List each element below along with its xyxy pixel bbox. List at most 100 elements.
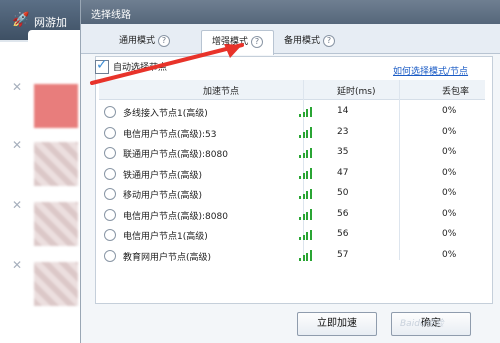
close-icon[interactable]: ✕ — [12, 138, 22, 152]
help-icon[interactable]: ? — [251, 36, 264, 48]
signal-bar — [306, 232, 308, 240]
dialog-titlebar[interactable]: 选择线路 — [81, 0, 500, 24]
signal-bar — [309, 127, 312, 138]
node-latency: 14 — [337, 106, 349, 116]
signal-bar — [309, 106, 312, 117]
signal-icon — [299, 250, 315, 261]
signal-bar — [306, 129, 308, 138]
node-latency: 23 — [337, 126, 349, 137]
node-latency: 35 — [337, 147, 349, 157]
node-name: 电信用户节点(高级):8080 — [123, 211, 228, 222]
watermark: Baidu经验 — [400, 319, 444, 329]
signal-icon — [299, 147, 315, 158]
signal-bar — [309, 209, 312, 220]
signal-bar — [299, 155, 301, 158]
auto-select-label: 自动选择节点 — [113, 63, 168, 73]
column-header-latency: 延时(ms) — [337, 87, 376, 97]
column-header-node: 加速节点 — [203, 87, 240, 97]
signal-icon — [299, 127, 315, 138]
node-name: 联通用户节点(高级):8080 — [123, 150, 228, 160]
background-app-list: ✕ ✕ ✕ ✕ — [0, 42, 88, 343]
signal-icon — [299, 229, 315, 240]
node-latency: 50 — [337, 188, 349, 198]
signal-bar — [306, 191, 308, 199]
rocket-icon: 🚀 — [12, 12, 30, 28]
signal-bar — [309, 188, 312, 199]
node-name: 铁通用户节点(高级) — [123, 170, 203, 181]
node-radio[interactable] — [104, 106, 116, 118]
signal-bar — [302, 173, 305, 179]
column-header-loss: 丢包率 — [442, 87, 470, 97]
table-header: 加速节点 延时(ms) 丢包率 — [99, 80, 485, 100]
blurred-thumbnail — [34, 84, 78, 128]
list-item[interactable]: ✕ — [10, 136, 84, 196]
node-latency: 56 — [337, 208, 349, 219]
signal-bar — [302, 111, 305, 117]
node-radio[interactable] — [104, 167, 116, 180]
help-icon[interactable]: ? — [158, 35, 171, 47]
node-loss: 0% — [442, 208, 457, 219]
tab-label: 备用模式 — [284, 36, 321, 46]
node-latency: 47 — [337, 167, 349, 178]
help-link[interactable]: 如何选择模式/节点 — [393, 64, 468, 77]
node-loss: 0% — [442, 126, 457, 137]
signal-bar — [299, 237, 301, 240]
select-route-dialog: 选择线路 通用模式? 增强模式? 备用模式? ✓ 自动选择节点 如何选择模式/节… — [80, 0, 500, 343]
signal-bar — [299, 114, 301, 117]
help-icon[interactable]: ? — [323, 35, 336, 47]
list-item[interactable]: ✕ — [10, 256, 84, 316]
signal-icon — [299, 106, 315, 117]
signal-bar — [299, 257, 301, 261]
signal-bar — [302, 255, 305, 261]
node-loss: 0% — [442, 106, 457, 116]
blurred-thumbnail — [34, 202, 78, 246]
node-loss: 0% — [442, 167, 457, 178]
blurred-thumbnail — [34, 262, 78, 306]
close-icon[interactable]: ✕ — [12, 198, 22, 212]
node-name: 移动用户节点(高级) — [123, 191, 203, 201]
signal-bar — [309, 147, 312, 158]
node-loss: 0% — [442, 249, 457, 260]
signal-icon — [299, 168, 315, 179]
close-icon[interactable]: ✕ — [12, 80, 22, 94]
list-item[interactable]: ✕ — [10, 196, 84, 256]
node-loss: 0% — [442, 188, 457, 198]
auto-select-checkbox[interactable]: ✓ — [95, 57, 109, 74]
accelerate-now-button[interactable]: 立即加速 — [297, 312, 377, 336]
table-row[interactable]: 教育网用户节点(高级) 57 0% — [99, 244, 485, 268]
signal-bar — [299, 196, 301, 199]
tab-general-mode[interactable]: 通用模式? — [109, 30, 180, 54]
tab-enhanced-mode[interactable]: 增强模式? — [201, 30, 275, 55]
node-radio[interactable] — [104, 249, 116, 262]
node-name: 教育网用户节点(高级) — [123, 252, 212, 263]
tab-label: 增强模式 — [212, 37, 249, 47]
signal-icon — [299, 188, 315, 199]
signal-bar — [302, 214, 305, 220]
signal-bar — [309, 250, 312, 261]
node-loss: 0% — [442, 229, 457, 239]
node-name: 电信用户节点(高级):53 — [123, 129, 217, 140]
node-radio[interactable] — [104, 208, 116, 221]
node-name: 电信用户节点1(高级) — [123, 232, 208, 242]
signal-bar — [306, 109, 308, 117]
signal-icon — [299, 209, 315, 220]
node-radio[interactable] — [104, 126, 116, 139]
close-icon[interactable]: ✕ — [12, 258, 22, 272]
background-app: 🚀 网游加 ✕ ✕ ✕ ✕ — [0, 0, 90, 343]
node-radio[interactable] — [104, 147, 116, 159]
node-latency: 57 — [337, 249, 349, 260]
node-name: 多线接入节点1(高级) — [123, 109, 208, 119]
dialog-title: 选择线路 — [91, 10, 131, 21]
list-item[interactable]: ✕ — [10, 78, 84, 138]
signal-bar — [306, 252, 308, 261]
signal-bar — [302, 152, 305, 158]
signal-bar — [302, 193, 305, 199]
signal-bar — [306, 211, 308, 220]
node-radio[interactable] — [104, 188, 116, 200]
tab-backup-mode[interactable]: 备用模式? — [274, 30, 345, 54]
node-loss: 0% — [442, 147, 457, 157]
blurred-thumbnail — [34, 142, 78, 186]
check-icon: ✓ — [96, 57, 108, 73]
node-radio[interactable] — [104, 229, 116, 241]
signal-bar — [299, 175, 301, 179]
